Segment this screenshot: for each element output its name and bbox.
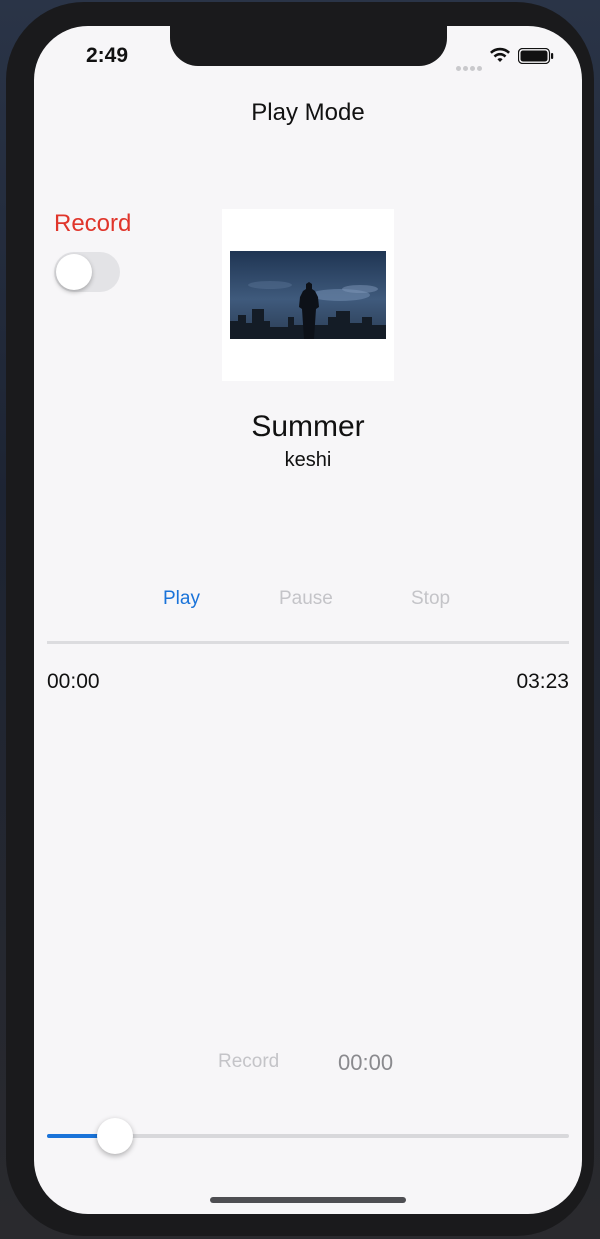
record-toggle-label: Record — [54, 210, 132, 237]
play-button[interactable]: Play — [163, 588, 200, 610]
cellular-signal-icon — [456, 58, 484, 76]
record-button[interactable]: Record — [218, 1051, 279, 1073]
song-title: Summer — [251, 410, 365, 443]
wifi-icon — [489, 46, 511, 69]
pause-button[interactable]: Pause — [279, 588, 333, 610]
status-time: 2:49 — [86, 44, 129, 67]
page-title: Play Mode — [251, 99, 365, 126]
album-art — [222, 209, 394, 381]
current-time: 00:00 — [47, 670, 100, 693]
record-elapsed-time: 00:00 — [338, 1050, 394, 1075]
app-screen: 2:49 Play Mode Record Summer keshi Play … — [34, 26, 582, 1214]
progress-divider — [47, 641, 569, 644]
home-indicator — [210, 1197, 406, 1203]
device-frame: 2:49 Play Mode Record Summer keshi Play … — [6, 2, 594, 1236]
duration-time: 03:23 — [516, 670, 569, 693]
toggle-knob — [56, 254, 92, 290]
stop-button[interactable]: Stop — [411, 588, 450, 610]
playback-slider[interactable] — [47, 1118, 569, 1154]
battery-icon — [517, 47, 554, 69]
record-toggle[interactable] — [54, 252, 120, 292]
notch — [170, 26, 447, 66]
song-artist: keshi — [284, 449, 332, 471]
album-art-image — [230, 251, 386, 339]
slider-thumb[interactable] — [97, 1118, 133, 1154]
